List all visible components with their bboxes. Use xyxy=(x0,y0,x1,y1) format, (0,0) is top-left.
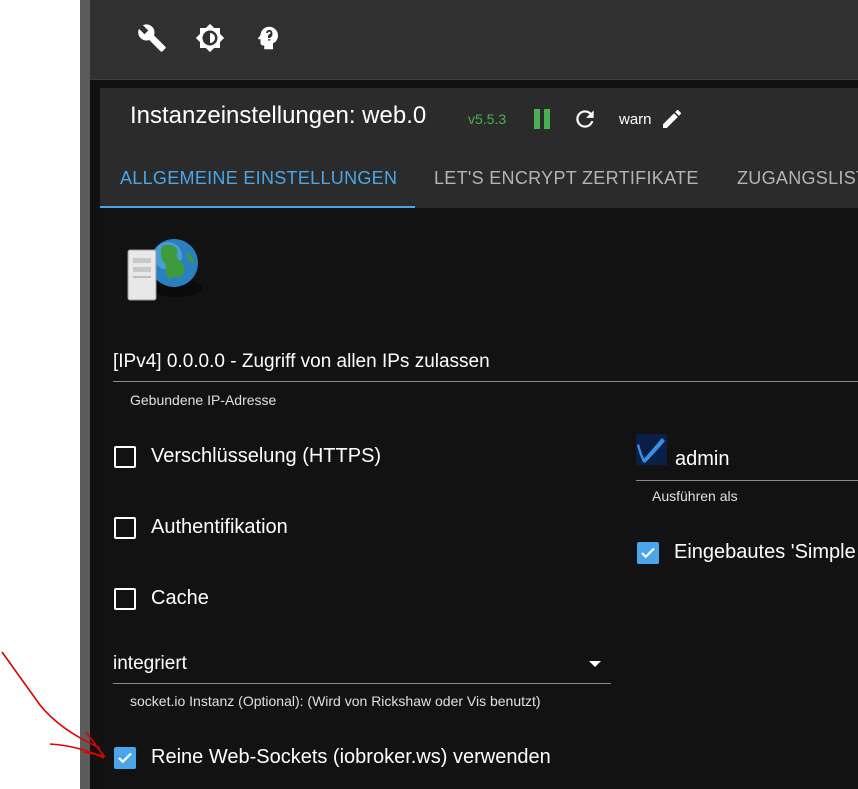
socketio-helper: socket.io Instanz (Optional): (Wird von … xyxy=(130,693,541,709)
https-checkbox[interactable] xyxy=(114,446,136,468)
socketio-underline xyxy=(113,683,611,684)
bind-ip-select[interactable]: [IPv4] 0.0.0.0 - Zugriff von allen IPs z… xyxy=(113,351,490,373)
auth-checkbox[interactable] xyxy=(114,517,136,539)
tab-access-list[interactable]: ZUGANGSLIST xyxy=(737,150,858,206)
wrench-icon[interactable] xyxy=(134,20,170,56)
cache-checkbox[interactable] xyxy=(114,588,136,610)
tab-lets-encrypt[interactable]: LET'S ENCRYPT ZERTIFIKATE xyxy=(434,150,699,206)
run-as-helper: Ausführen als xyxy=(652,488,738,504)
log-level[interactable]: warn xyxy=(619,111,652,128)
tab-general-settings[interactable]: ALLGEMEINE EINSTELLUNGEN xyxy=(120,150,397,206)
run-as-user-select[interactable]: admin xyxy=(675,448,729,471)
simple-api-label: Eingebautes 'Simple xyxy=(674,541,856,563)
admin-user-icon xyxy=(636,434,667,465)
bind-ip-underline xyxy=(113,381,858,382)
run-as-underline xyxy=(636,480,858,481)
brightness-icon[interactable] xyxy=(192,20,228,56)
auth-label: Authentifikation xyxy=(151,516,288,538)
expert-mode-icon[interactable] xyxy=(250,20,286,56)
bind-ip-helper: Gebundene IP-Adresse xyxy=(130,392,277,408)
https-label: Verschlüsselung (HTTPS) xyxy=(151,445,382,467)
pause-icon[interactable] xyxy=(532,109,552,131)
edit-pencil-icon[interactable] xyxy=(660,107,684,131)
reload-icon[interactable] xyxy=(572,106,598,132)
simple-api-checkbox[interactable] xyxy=(637,542,659,564)
socketio-select[interactable]: integriert xyxy=(113,653,187,675)
dialog-title: Instanzeinstellungen: web.0 xyxy=(130,102,427,129)
pure-websockets-label: Reine Web-Sockets (iobroker.ws) verwende… xyxy=(151,746,551,768)
cache-label: Cache xyxy=(151,587,209,609)
web-server-logo xyxy=(124,236,204,304)
top-toolbar xyxy=(90,0,858,80)
red-annotation-arrow xyxy=(1,651,106,759)
instance-version: v5.5.3 xyxy=(468,111,507,127)
dropdown-arrow-icon[interactable] xyxy=(589,661,601,667)
